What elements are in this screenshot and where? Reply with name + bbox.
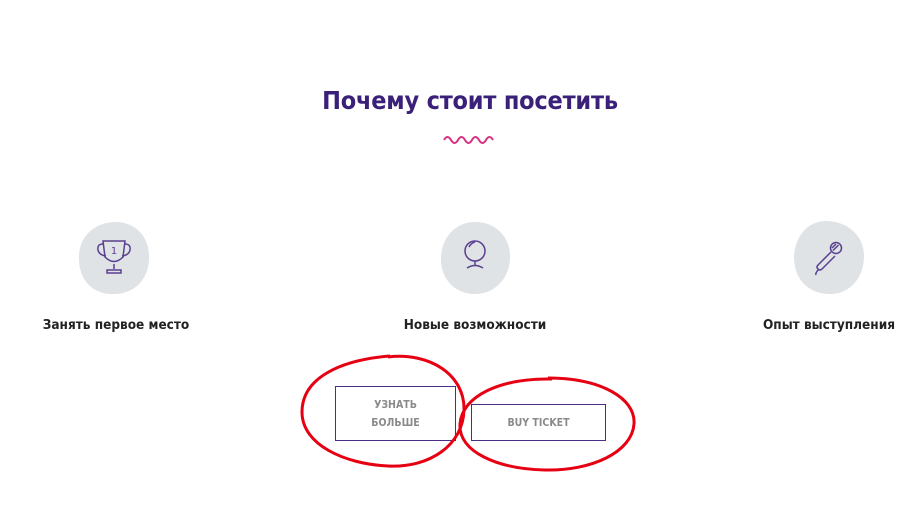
microphone-icon	[791, 219, 867, 297]
section-title: Почему стоит посетить	[322, 86, 618, 115]
learn-more-button[interactable]: Узнать больше	[335, 386, 456, 441]
feature-first-place: 1 Занять первое место	[0, 219, 236, 339]
feature-performance-experience: Опыт выступления	[709, 219, 920, 339]
trophy-icon: 1	[76, 219, 152, 297]
learn-more-button-label: Узнать больше	[371, 398, 420, 429]
buy-ticket-button[interactable]: Buy ticket	[471, 404, 606, 441]
feature-new-opportunities: Новые возможности	[355, 219, 595, 339]
title-wave-divider	[443, 136, 494, 144]
buy-ticket-button-label: Buy ticket	[507, 416, 570, 429]
feature-label: Опыт выступления	[762, 317, 895, 333]
feature-label: Занять первое место	[42, 317, 190, 333]
mirror-icon	[437, 219, 513, 297]
svg-text:1: 1	[111, 246, 117, 257]
feature-label: Новые возможности	[403, 317, 547, 333]
